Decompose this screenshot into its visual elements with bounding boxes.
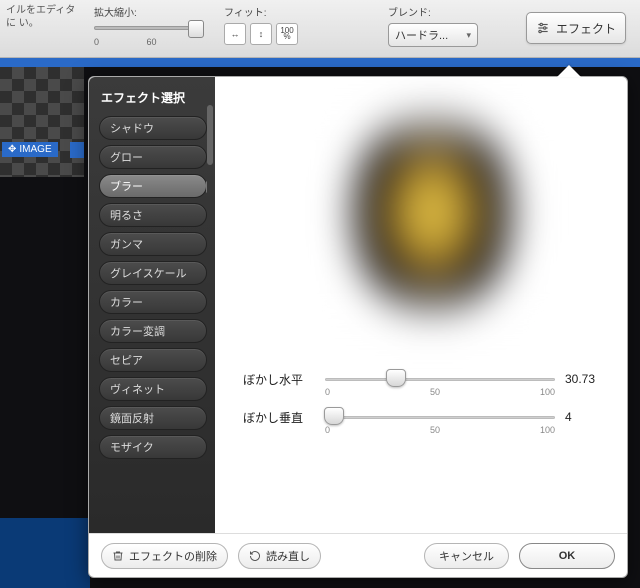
move-icon: ✥ — [8, 144, 16, 155]
image-tag[interactable]: ✥IMAGE — [2, 142, 58, 157]
scale-min: 0 — [94, 37, 99, 47]
dialog-arrow — [557, 65, 581, 77]
checker-bg — [0, 67, 84, 177]
effect-main: ぼかし水平 0 50 100 30.73 ぼかし垂直 0 — [215, 77, 627, 533]
blend-group: ブレンド: ハードラ... ▾ — [378, 0, 488, 47]
cancel-button[interactable]: キャンセル — [424, 543, 509, 569]
sidebar-scrollbar[interactable] — [207, 105, 213, 165]
top-toolbar: イルをエディタに い。 拡大縮小: 0 60 フィット: ↔ ↕ 100 % ブ… — [0, 0, 640, 58]
param-blur-h: ぼかし水平 0 50 100 30.73 — [243, 367, 611, 391]
chevron-down-icon: ▾ — [466, 30, 471, 41]
blend-select[interactable]: ハードラ... ▾ — [388, 23, 478, 47]
hint-text: イルをエディタに い。 — [0, 0, 84, 34]
fit-label: フィット: — [224, 4, 298, 19]
scale-group: 拡大縮小: 0 60 — [84, 0, 214, 47]
fit-horizontal-button[interactable]: ↔ — [224, 23, 246, 45]
effect-item-3[interactable]: 明るさ — [99, 203, 207, 227]
blur-h-slider[interactable]: 0 50 100 — [325, 367, 555, 391]
title-bar — [0, 58, 640, 67]
reload-icon — [249, 550, 261, 562]
effect-dialog: エフェクト選択 シャドウグローブラー明るさガンマグレイスケールカラーカラー変調セ… — [88, 76, 628, 578]
blur-h-label: ぼかし水平 — [243, 371, 315, 388]
effect-item-11[interactable]: モザイク — [99, 435, 207, 459]
blur-v-slider[interactable]: 0 50 100 — [325, 405, 555, 429]
effect-item-9[interactable]: ヴィネット — [99, 377, 207, 401]
param-blur-v: ぼかし垂直 0 50 100 4 — [243, 405, 611, 429]
effect-item-5[interactable]: グレイスケール — [99, 261, 207, 285]
dialog-title: エフェクト選択 — [101, 89, 207, 106]
delete-effect-button[interactable]: エフェクトの削除 — [101, 543, 228, 569]
ok-button[interactable]: OK — [519, 543, 615, 569]
dialog-footer: エフェクトの削除 読み直し キャンセル OK — [89, 533, 627, 577]
effect-item-10[interactable]: 鏡面反射 — [99, 406, 207, 430]
blend-label: ブレンド: — [388, 4, 478, 19]
effect-item-8[interactable]: セピア — [99, 348, 207, 372]
effect-item-6[interactable]: カラー — [99, 290, 207, 314]
fit-100-button[interactable]: 100 % — [276, 23, 298, 45]
effect-sidebar: エフェクト選択 シャドウグローブラー明るさガンマグレイスケールカラーカラー変調セ… — [89, 77, 215, 533]
effect-item-0[interactable]: シャドウ — [99, 116, 207, 140]
effect-preview — [287, 97, 567, 337]
bottom-panel — [0, 518, 90, 588]
sliders-icon — [536, 21, 550, 35]
fit-vertical-button[interactable]: ↕ — [250, 23, 272, 45]
effect-button[interactable]: エフェクト — [526, 12, 626, 44]
effect-item-1[interactable]: グロー — [99, 145, 207, 169]
scale-label: 拡大縮小: — [94, 4, 204, 19]
effect-item-4[interactable]: ガンマ — [99, 232, 207, 256]
blur-v-value: 4 — [565, 410, 611, 424]
effect-item-7[interactable]: カラー変調 — [99, 319, 207, 343]
scale-mid: 60 — [147, 37, 157, 47]
effect-item-2[interactable]: ブラー — [99, 174, 207, 198]
trash-icon — [112, 550, 124, 562]
scale-slider[interactable] — [94, 23, 204, 37]
reload-button[interactable]: 読み直し — [238, 543, 321, 569]
edit-icon[interactable] — [70, 142, 84, 158]
blur-h-value: 30.73 — [565, 372, 611, 386]
fit-group: フィット: ↔ ↕ 100 % — [214, 0, 308, 45]
blur-v-label: ぼかし垂直 — [243, 409, 315, 426]
blend-value: ハードラ... — [395, 27, 448, 43]
